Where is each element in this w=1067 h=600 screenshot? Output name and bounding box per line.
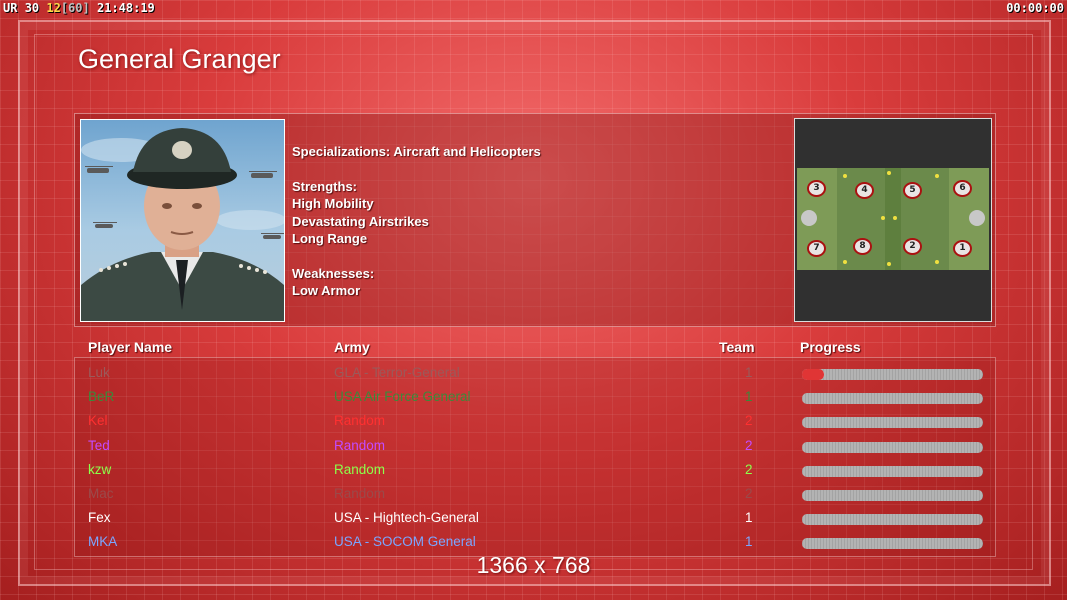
player-name: MKA [88, 534, 118, 550]
progress-bar [802, 490, 983, 501]
specializations-text: Specializations: Aircraft and Helicopter… [292, 144, 541, 159]
player-army: Random [334, 461, 386, 477]
player-team: 2 [745, 486, 753, 501]
map-slot: 4 [855, 182, 874, 199]
map-slot: 5 [903, 182, 922, 199]
progress-fill [802, 369, 824, 380]
weakness-item: Low Armor [292, 283, 361, 298]
hud-clock: 21:48:19 [96, 1, 155, 15]
strength-item: Devastating Airstrikes [292, 213, 429, 229]
hud-timer: 00:00:00 [1006, 1, 1064, 15]
hud-value-highlight: 12 [46, 1, 61, 15]
player-team: 1 [745, 510, 753, 526]
table-row: Mac Random 2 [0, 486, 1067, 510]
progress-bar [802, 417, 983, 429]
player-team: 2 [745, 437, 753, 453]
progress-bar [802, 538, 983, 550]
hud-label: UR [3, 1, 18, 15]
progress-bar [802, 441, 983, 453]
general-description: Specializations: Aircraft and Helicopter… [292, 143, 541, 300]
player-team: 2 [745, 413, 753, 429]
map-slot: 8 [853, 238, 872, 255]
table-row: Kel Random 2 [0, 413, 1067, 437]
player-team: 2 [745, 461, 753, 477]
strength-item: Long Range [292, 231, 368, 246]
header-player-name: Player Name [88, 339, 173, 355]
header-team: Team [719, 339, 755, 355]
resolution-label: 1366 x 768 [476, 552, 591, 578]
table-row: Fex USA - Hightech-General 1 [0, 510, 1067, 534]
player-team: 1 [745, 534, 753, 550]
player-team: 1 [745, 365, 753, 380]
player-army: Random [334, 486, 386, 501]
player-name: BeR [88, 389, 115, 405]
general-portrait [80, 119, 285, 322]
general-name-title: General Granger [78, 44, 281, 74]
player-army: GLA - Terror-General [334, 365, 460, 380]
table-row: BeR USA Air Force General 1 [0, 389, 1067, 413]
table-row: Ted Random 2 [0, 438, 1067, 462]
map-preview: 3 4 5 6 7 8 2 1 [797, 168, 989, 270]
map-slot: 3 [807, 180, 826, 197]
player-army: USA Air Force General [334, 389, 471, 405]
map-slot: 2 [903, 238, 922, 255]
header-army: Army [334, 339, 370, 355]
weaknesses-label: Weaknesses: [292, 265, 375, 281]
header-progress: Progress [800, 339, 861, 355]
player-name: Mac [88, 486, 114, 501]
player-name: Luk [88, 365, 110, 380]
strength-item: High Mobility [292, 196, 374, 211]
progress-bar [802, 393, 983, 405]
player-army: Random [334, 437, 386, 453]
player-army: USA - SOCOM General [334, 534, 476, 550]
map-slot: 6 [953, 180, 972, 197]
map-slot: 1 [953, 240, 972, 257]
player-name: Fex [88, 510, 111, 526]
progress-bar [802, 369, 983, 380]
progress-bar [802, 465, 983, 477]
player-name: kzw [88, 461, 112, 477]
hud-value-max: [60] [60, 1, 90, 15]
progress-bar [802, 514, 983, 526]
map-slot: 7 [807, 240, 826, 257]
player-army: Random [334, 413, 386, 429]
player-name: Ted [88, 437, 110, 453]
hud-value: 30 [24, 1, 40, 15]
player-army: USA - Hightech-General [334, 510, 479, 526]
player-team: 1 [745, 389, 753, 405]
player-name: Kel [88, 413, 108, 429]
table-row: Luk GLA - Terror-General 1 [0, 365, 1067, 389]
table-row: kzw Random 2 [0, 462, 1067, 486]
strengths-label: Strengths: [292, 178, 357, 194]
hud-stats: UR 30 12[60] 21:48:19 [3, 1, 155, 15]
